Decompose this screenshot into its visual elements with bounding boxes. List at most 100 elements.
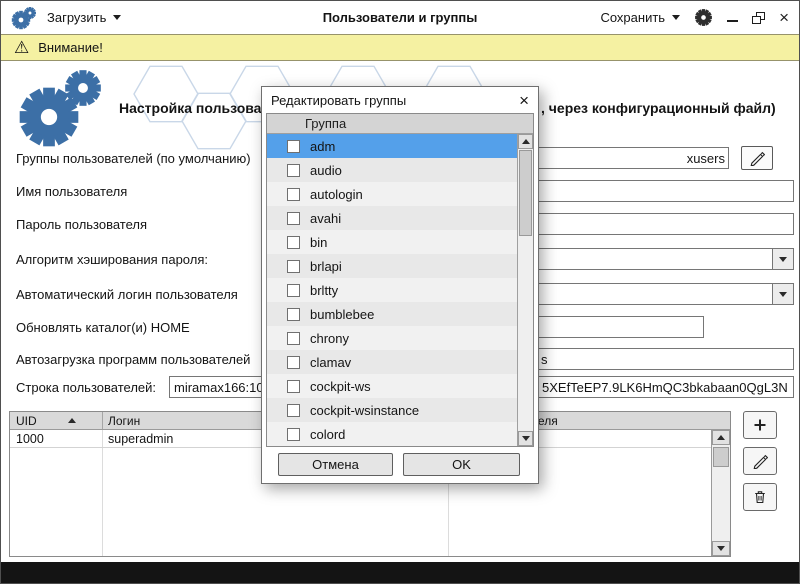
warning-banner: ⚠ Внимание! [1, 34, 799, 61]
group-row[interactable]: brltty [267, 278, 517, 302]
dialog-titlebar: Редактировать группы × [262, 87, 538, 113]
groups-scrollbar[interactable] [517, 134, 533, 446]
chevron-down-icon [779, 292, 787, 297]
label-username: Имя пользователя [16, 184, 127, 199]
group-checkbox[interactable] [287, 284, 300, 297]
group-row[interactable]: cockpit-ws [267, 374, 517, 398]
group-label: autologin [310, 187, 363, 202]
groups-list-header: Группа [267, 114, 533, 134]
group-checkbox[interactable] [287, 428, 300, 441]
group-row[interactable]: brlapi [267, 254, 517, 278]
maximize-icon [752, 16, 761, 24]
ok-button-label: OK [452, 457, 471, 472]
groups-rows: adm audio autologin avahi bin brlapi brl… [267, 134, 517, 446]
group-checkbox[interactable] [287, 260, 300, 273]
chevron-up-icon [717, 435, 725, 440]
page-heading-right: , через конфигурационный файл) [541, 100, 776, 116]
add-user-button[interactable] [743, 411, 777, 439]
group-row[interactable]: autologin [267, 182, 517, 206]
sort-asc-icon [68, 418, 76, 423]
group-checkbox[interactable] [287, 332, 300, 345]
group-row[interactable]: clamav [267, 350, 517, 374]
group-checkbox[interactable] [287, 140, 300, 153]
groups-list: Группа adm audio autologin avahi bin brl… [266, 113, 534, 447]
group-row[interactable]: audio [267, 158, 517, 182]
column-divider [102, 430, 103, 556]
plus-icon [752, 417, 768, 433]
column-header-login[interactable]: Логин [108, 414, 140, 428]
default-groups-value: xusers [687, 151, 725, 166]
load-menu-label: Загрузить [47, 10, 106, 25]
group-row[interactable]: chrony [267, 326, 517, 350]
scroll-thumb[interactable] [519, 150, 532, 236]
titlebar: Загрузить Пользователи и группы Сохранит… [1, 1, 799, 34]
group-row[interactable]: bumblebee [267, 302, 517, 326]
edit-user-button[interactable] [743, 447, 777, 475]
save-menu-label: Сохранить [600, 10, 665, 25]
cell-login: superadmin [108, 432, 173, 446]
dialog-title: Редактировать группы [271, 93, 406, 108]
table-scrollbar[interactable] [711, 430, 730, 556]
pencil-icon [749, 150, 765, 166]
group-label: cockpit-wsinstance [310, 403, 419, 418]
group-checkbox[interactable] [287, 188, 300, 201]
dialog-close-button[interactable]: × [519, 92, 529, 109]
maximize-button[interactable] [752, 12, 765, 24]
load-menu-button[interactable]: Загрузить [47, 10, 121, 25]
cell-uid: 1000 [16, 432, 44, 446]
group-checkbox[interactable] [287, 308, 300, 321]
status-bar [1, 562, 799, 583]
chevron-down-icon [672, 15, 680, 20]
autostart-programs-value: s [541, 352, 548, 367]
trash-icon [752, 489, 768, 505]
label-default-groups: Группы пользователей (по умолчанию) [16, 151, 251, 166]
group-row[interactable]: adm [267, 134, 517, 158]
label-password: Пароль пользователя [16, 217, 147, 232]
group-checkbox[interactable] [287, 236, 300, 249]
group-checkbox[interactable] [287, 212, 300, 225]
group-label: avahi [310, 211, 341, 226]
scroll-down-button[interactable] [518, 431, 533, 446]
chevron-down-icon [522, 436, 530, 441]
group-label: colord [310, 427, 345, 442]
ok-button[interactable]: OK [403, 453, 520, 476]
column-header-uid[interactable]: UID [16, 414, 37, 428]
group-row[interactable]: colord [267, 422, 517, 446]
group-checkbox[interactable] [287, 164, 300, 177]
scroll-down-button[interactable] [712, 541, 730, 556]
save-menu-button[interactable]: Сохранить [600, 10, 680, 25]
group-checkbox[interactable] [287, 404, 300, 417]
warning-text: Внимание! [38, 40, 103, 55]
chevron-up-icon [522, 139, 530, 144]
delete-user-button[interactable] [743, 483, 777, 511]
chevron-down-icon [717, 546, 725, 551]
label-autologin: Автоматический логин пользователя [16, 287, 238, 302]
warning-icon: ⚠ [14, 39, 29, 56]
group-label: clamav [310, 355, 351, 370]
group-row[interactable]: cockpit-wsinstance [267, 398, 517, 422]
group-checkbox[interactable] [287, 380, 300, 393]
dropdown-arrow-button[interactable] [772, 249, 793, 269]
minimize-button[interactable] [727, 10, 738, 25]
app-window: Загрузить Пользователи и группы Сохранит… [0, 0, 800, 584]
group-label: chrony [310, 331, 349, 346]
column-divider [102, 412, 103, 429]
dropdown-arrow-button[interactable] [772, 284, 793, 304]
group-label: brlapi [310, 259, 342, 274]
group-label: adm [310, 139, 335, 154]
cancel-button[interactable]: Отмена [278, 453, 393, 476]
group-checkbox[interactable] [287, 356, 300, 369]
group-row[interactable]: bin [267, 230, 517, 254]
group-label: audio [310, 163, 342, 178]
chevron-down-icon [779, 257, 787, 262]
settings-gear-icon[interactable] [694, 8, 713, 27]
close-button[interactable]: × [779, 11, 789, 24]
cancel-button-label: Отмена [312, 457, 359, 472]
label-update-home: Обновлять каталог(и) HOME [16, 320, 190, 335]
scroll-thumb[interactable] [713, 447, 729, 467]
edit-groups-button[interactable] [741, 146, 773, 170]
scroll-up-button[interactable] [712, 430, 730, 445]
group-row[interactable]: avahi [267, 206, 517, 230]
label-hash-algorithm: Алгоритм хэширования пароля: [16, 252, 208, 267]
scroll-up-button[interactable] [518, 134, 533, 149]
